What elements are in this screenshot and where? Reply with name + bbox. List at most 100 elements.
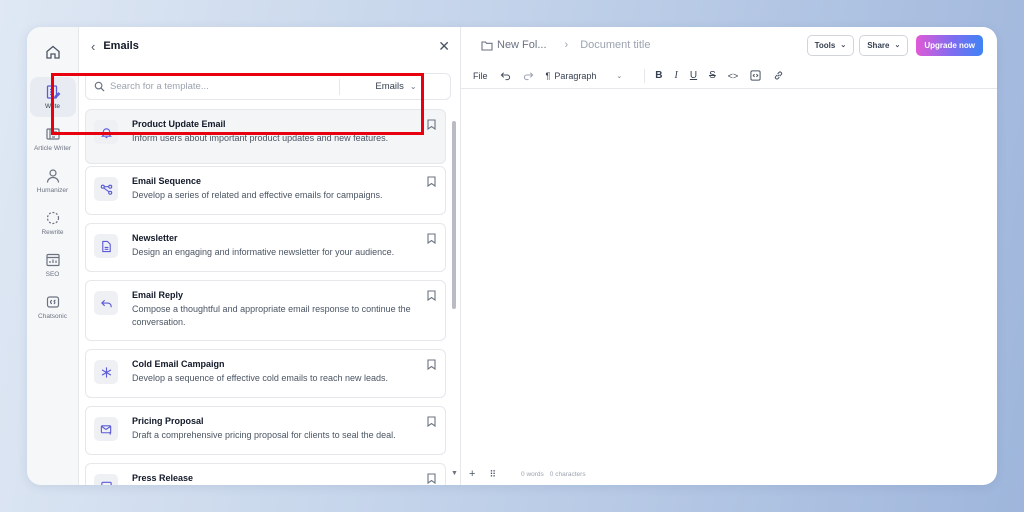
seo-icon (45, 253, 60, 267)
template-description: Develop a sequence of effective cold ema… (132, 373, 388, 383)
category-filter-label: Emails (375, 81, 404, 92)
tools-button[interactable]: Tools ⌄ (806, 34, 855, 56)
template-title: Product Update Email (132, 119, 226, 129)
template-list: Product Update Email Inform users about … (79, 109, 448, 485)
share-button[interactable]: Share ⌄ (859, 34, 909, 56)
formatting-toolbar: File ¶ Paragraph ⌄ B I U S <> (461, 63, 997, 89)
press-icon (94, 474, 118, 485)
rail-item-article-writer[interactable]: Article Writer (30, 119, 76, 159)
template-description: Inform users about important product upd… (132, 133, 389, 143)
pilcrow-icon: ¶ (545, 70, 551, 81)
bookmark-icon[interactable] (427, 119, 436, 130)
template-list-scrollbar[interactable]: ▼ (451, 109, 458, 485)
rewrite-icon (46, 211, 59, 225)
undo-icon[interactable] (500, 70, 511, 81)
sequence-icon (94, 177, 118, 201)
chevron-down-icon: ⌄ (894, 42, 901, 49)
template-title: Email Reply (132, 290, 184, 300)
underline-icon[interactable]: U (690, 70, 697, 81)
template-description: Design an engaging and informative newsl… (132, 247, 395, 257)
folder-name: New Fol... (497, 39, 547, 51)
rail-label-humanizer: Humanizer (36, 187, 69, 194)
bookmark-icon[interactable] (427, 290, 436, 301)
bookmark-icon[interactable] (427, 473, 436, 484)
bookmark-icon[interactable] (427, 359, 436, 370)
breadcrumb-separator-icon: › (564, 39, 569, 51)
word-count: 0 words (521, 470, 544, 478)
template-card-press-release[interactable]: Press Release (85, 463, 446, 485)
redo-icon[interactable] (523, 70, 534, 81)
rail-label-write: Write (44, 103, 61, 110)
template-card-product-update-email[interactable]: Product Update Email Inform users about … (85, 109, 446, 164)
file-menu[interactable]: File (473, 71, 488, 81)
code-block-icon[interactable] (750, 70, 761, 81)
document-icon (94, 234, 118, 258)
rail-item-seo[interactable]: SEO (30, 245, 76, 285)
paragraph-style-label: Paragraph (554, 70, 597, 81)
code-icon[interactable]: <> (728, 71, 739, 81)
italic-icon[interactable]: I (675, 70, 678, 81)
panel-header: ‹ Emails ✕ (79, 27, 460, 65)
bold-icon[interactable]: B (655, 70, 662, 81)
back-chevron-icon[interactable]: ‹ (91, 39, 95, 54)
paragraph-style-dropdown[interactable]: ¶ Paragraph ⌄ (546, 71, 623, 81)
chevron-down-icon: ⌄ (409, 82, 417, 91)
rail-item-chatsonic[interactable]: Chatsonic (30, 287, 76, 327)
template-description: Draft a comprehensive pricing proposal f… (132, 430, 396, 440)
panel-title: Emails (103, 40, 139, 52)
templates-panel: ‹ Emails ✕ Emails ⌄ Product Update Email… (79, 27, 461, 485)
template-card-pricing-proposal[interactable]: Pricing Proposal Draft a comprehensive p… (85, 406, 446, 455)
mail-dollar-icon (94, 417, 118, 441)
template-title: Newsletter (132, 233, 178, 243)
template-title: Email Sequence (132, 176, 202, 186)
left-rail: Write Article Writer Humanizer Rewrite S… (27, 27, 79, 485)
reply-icon (94, 291, 118, 315)
close-icon[interactable]: ✕ (438, 38, 450, 55)
chatsonic-icon (46, 296, 59, 308)
person-icon (46, 169, 59, 183)
document-title[interactable]: Document title (580, 39, 801, 51)
home-icon (45, 45, 60, 59)
rail-item-humanizer[interactable]: Humanizer (30, 161, 76, 201)
editor-topbar: New Fol... › Document title Tools ⌄ Shar… (461, 27, 997, 63)
write-icon (46, 85, 60, 99)
rail-item-write[interactable]: Write (29, 77, 76, 117)
bookmark-icon[interactable] (427, 416, 436, 427)
home-button[interactable] (35, 35, 71, 69)
search-divider (339, 78, 340, 95)
category-filter-dropdown[interactable]: Emails ⌄ (350, 81, 442, 92)
template-title: Pricing Proposal (132, 416, 204, 426)
template-description: Compose a thoughtful and appropriate ema… (132, 304, 411, 327)
share-label: Share (867, 40, 890, 50)
rail-label-seo: SEO (45, 271, 60, 278)
document-editor: New Fol... › Document title Tools ⌄ Shar… (461, 27, 997, 485)
tools-label: Tools (814, 40, 836, 50)
character-count: 0 characters (549, 470, 586, 478)
chevron-down-icon: ⌄ (840, 42, 847, 49)
link-icon[interactable] (773, 70, 784, 81)
template-search-bar: Emails ⌄ (85, 73, 451, 100)
rail-item-rewrite[interactable]: Rewrite (30, 203, 76, 243)
strikethrough-icon[interactable]: S (709, 70, 716, 81)
article-icon (45, 128, 60, 140)
scroll-down-arrow-icon[interactable]: ▼ (451, 470, 458, 477)
template-description: Develop a series of related and effectiv… (132, 190, 383, 200)
upgrade-button[interactable]: Upgrade now (916, 34, 983, 56)
template-card-email-sequence[interactable]: Email Sequence Develop a series of relat… (85, 166, 446, 215)
folder-breadcrumb[interactable]: New Fol... (481, 39, 547, 51)
template-card-newsletter[interactable]: Newsletter Design an engaging and inform… (85, 223, 446, 272)
search-icon (94, 81, 105, 92)
rail-label-chatsonic: Chatsonic (38, 313, 67, 320)
rail-label-rewrite: Rewrite (41, 229, 64, 236)
rail-label-article-writer: Article Writer (33, 145, 72, 152)
bookmark-icon[interactable] (427, 176, 436, 187)
bookmark-icon[interactable] (427, 233, 436, 244)
template-card-cold-email-campaign[interactable]: Cold Email Campaign Develop a sequence o… (85, 349, 446, 398)
scrollbar-thumb[interactable] (452, 121, 456, 309)
add-block-icon[interactable]: + (469, 468, 475, 480)
folder-icon (481, 40, 493, 51)
app-window: Write Article Writer Humanizer Rewrite S… (27, 27, 997, 485)
search-input[interactable] (110, 81, 329, 92)
drag-handle-icon[interactable]: ⠿ (489, 469, 496, 480)
template-card-email-reply[interactable]: Email Reply Compose a thoughtful and app… (85, 280, 446, 341)
